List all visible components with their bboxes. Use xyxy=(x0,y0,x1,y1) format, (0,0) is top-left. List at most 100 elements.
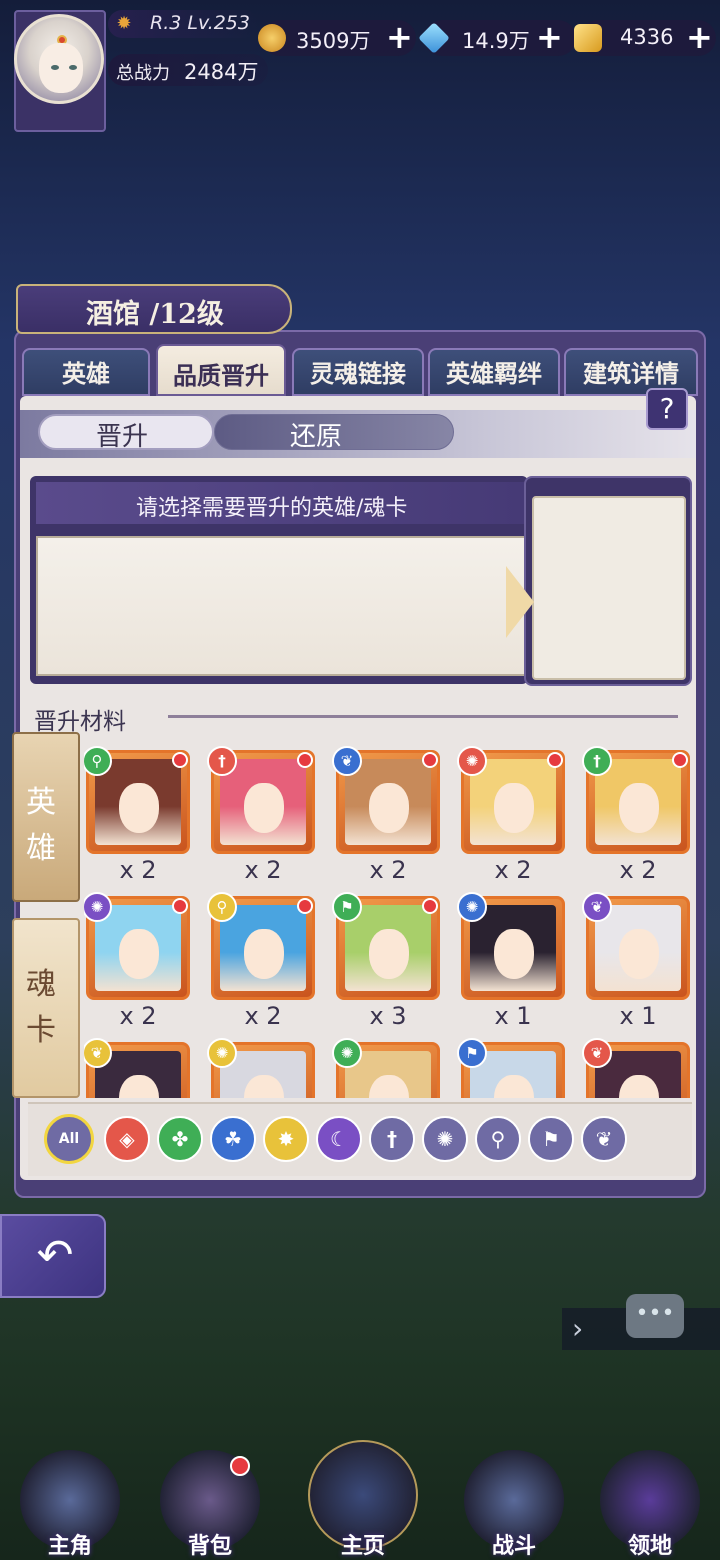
hero-count: x 2 xyxy=(369,856,407,884)
hero-face xyxy=(619,1075,659,1098)
nav-label: 战斗 xyxy=(491,1533,536,1559)
hero-face xyxy=(244,783,284,833)
hero-face xyxy=(119,1075,159,1098)
filter-nature-icon[interactable]: ✤ xyxy=(157,1116,203,1162)
notification-dot xyxy=(422,752,438,768)
hero-card[interactable]: ✺ xyxy=(207,1038,315,1098)
filter-fire-icon[interactable]: ◈ xyxy=(104,1116,150,1162)
shuriken-icon: ✺ xyxy=(457,746,487,776)
wings-icon: ❦ xyxy=(582,892,612,922)
hero-card[interactable]: ⚲ x 2 xyxy=(84,746,190,890)
notification-dot xyxy=(230,1456,250,1476)
hero-face xyxy=(619,783,659,833)
side-tab-label: 英雄 xyxy=(26,785,56,866)
hero-card[interactable]: ⚑ x 3 xyxy=(332,892,440,1036)
hero-face xyxy=(369,783,409,833)
dagger-icon: † xyxy=(207,746,237,776)
power-value: 2484万 xyxy=(184,60,259,84)
hero-art xyxy=(595,759,681,845)
help-button[interactable]: ? xyxy=(646,388,688,430)
hero-art xyxy=(345,905,431,991)
panel-title: 酒馆 /12级 xyxy=(86,299,224,330)
hero-art xyxy=(220,759,306,845)
wings-icon: ❦ xyxy=(582,1038,612,1068)
hero-face xyxy=(619,929,659,979)
hero-card[interactable]: ❦ xyxy=(84,1038,190,1098)
tab-label: 品质晋升 xyxy=(173,361,269,390)
hero-card[interactable]: ⚑ xyxy=(457,1038,565,1098)
promotion-prompt: 请选择需要晋升的英雄/魂卡 xyxy=(136,496,408,521)
hero-art xyxy=(95,905,181,991)
dagger-icon: † xyxy=(582,746,612,776)
crystal-value: 4336 xyxy=(620,25,674,49)
magnifier-icon: ⚲ xyxy=(207,892,237,922)
filter-wings-icon[interactable]: ❦ xyxy=(581,1116,627,1162)
hero-count: x 1 xyxy=(494,1002,532,1030)
avatar[interactable] xyxy=(14,14,104,104)
notification-dot xyxy=(172,898,188,914)
side-tab-soul-cards[interactable]: 魂卡 xyxy=(12,918,80,1098)
hero-card[interactable]: ❦ xyxy=(582,1038,690,1098)
hero-face xyxy=(119,783,159,833)
gold-value: 3509万 xyxy=(296,29,371,53)
diamond-value: 14.9万 xyxy=(462,29,530,53)
filter-flag-icon[interactable]: ⚑ xyxy=(528,1116,574,1162)
crystal-icon xyxy=(574,24,602,52)
hero-card[interactable]: ✺ x 2 xyxy=(84,892,190,1036)
divider xyxy=(168,715,678,718)
filter-light-icon[interactable]: ✸ xyxy=(263,1116,309,1162)
hero-face xyxy=(494,783,534,833)
hero-card[interactable]: ✺ x 2 xyxy=(457,746,565,890)
hero-count: x 2 xyxy=(244,1002,282,1030)
notification-dot xyxy=(297,898,313,914)
notification-dot xyxy=(672,752,688,768)
wings-icon: ❦ xyxy=(332,746,362,776)
hero-face xyxy=(119,929,159,979)
hero-count: x 2 xyxy=(494,856,532,884)
power-label: 总战力 xyxy=(116,63,170,84)
filter-dark-icon[interactable]: ☾ xyxy=(316,1116,362,1162)
hero-count: x 2 xyxy=(619,856,657,884)
hero-face xyxy=(494,929,534,979)
hero-material-grid: ⚲ x 2 † x 2 ❦ x 2 ✺ x 2 † x 2 ✺ x 2 ⚲ x 2 ⚑ x 3 ✺ x 1 ❦ x 1… xyxy=(84,744,694,1098)
add-diamond-button[interactable]: + xyxy=(536,18,563,56)
hero-face xyxy=(369,1075,409,1098)
hero-face xyxy=(494,1075,534,1098)
tab-label: 英雄羁绊 xyxy=(446,359,542,388)
back-arrow-icon: ↶ xyxy=(36,1230,74,1281)
filter-shuriken-icon[interactable]: ✺ xyxy=(422,1116,468,1162)
promotion-slot-area[interactable] xyxy=(36,536,526,676)
hero-card[interactable]: ❦ x 1 xyxy=(582,892,690,1036)
hero-face xyxy=(369,929,409,979)
chat-bubble-icon[interactable]: ••• xyxy=(626,1294,684,1338)
hero-card[interactable]: ⚲ x 2 xyxy=(207,892,315,1036)
notification-dot xyxy=(422,898,438,914)
hero-card[interactable]: † x 2 xyxy=(582,746,690,890)
hero-count: x 2 xyxy=(244,856,282,884)
filter-magnifier-icon[interactable]: ⚲ xyxy=(475,1116,521,1162)
filter-all[interactable]: All xyxy=(44,1114,94,1164)
hero-art xyxy=(470,759,556,845)
notification-dot xyxy=(172,752,188,768)
hero-card[interactable]: † x 2 xyxy=(207,746,315,890)
notification-dot xyxy=(297,752,313,768)
top-bar: ✹ R.3 Lv.253 总战力 2484万 3509万 + 14.9万 + 4… xyxy=(0,0,720,140)
hero-card[interactable]: ❦ x 2 xyxy=(332,746,440,890)
hero-art xyxy=(220,905,306,991)
filter-dagger-icon[interactable]: † xyxy=(369,1116,415,1162)
flag-icon: ⚑ xyxy=(457,1038,487,1068)
materials-label: 晋升材料 xyxy=(34,709,126,735)
shuriken-icon: ✺ xyxy=(207,1038,237,1068)
side-tab-label: 魂卡 xyxy=(26,967,56,1048)
gold-coin-icon xyxy=(258,24,286,52)
add-crystal-button[interactable]: + xyxy=(686,18,713,56)
subtab-label: 晋升 xyxy=(96,422,149,452)
add-gold-button[interactable]: + xyxy=(386,18,413,56)
hero-card[interactable]: ✺ xyxy=(332,1038,440,1098)
chevron-right-icon[interactable]: › xyxy=(572,1312,583,1345)
nav-label: 背包 xyxy=(187,1533,232,1559)
hero-card[interactable]: ✺ x 1 xyxy=(457,892,565,1036)
avatar-eye xyxy=(51,65,59,70)
side-tab-heroes[interactable]: 英雄 xyxy=(12,732,80,902)
filter-water-icon[interactable]: ☘ xyxy=(210,1116,256,1162)
